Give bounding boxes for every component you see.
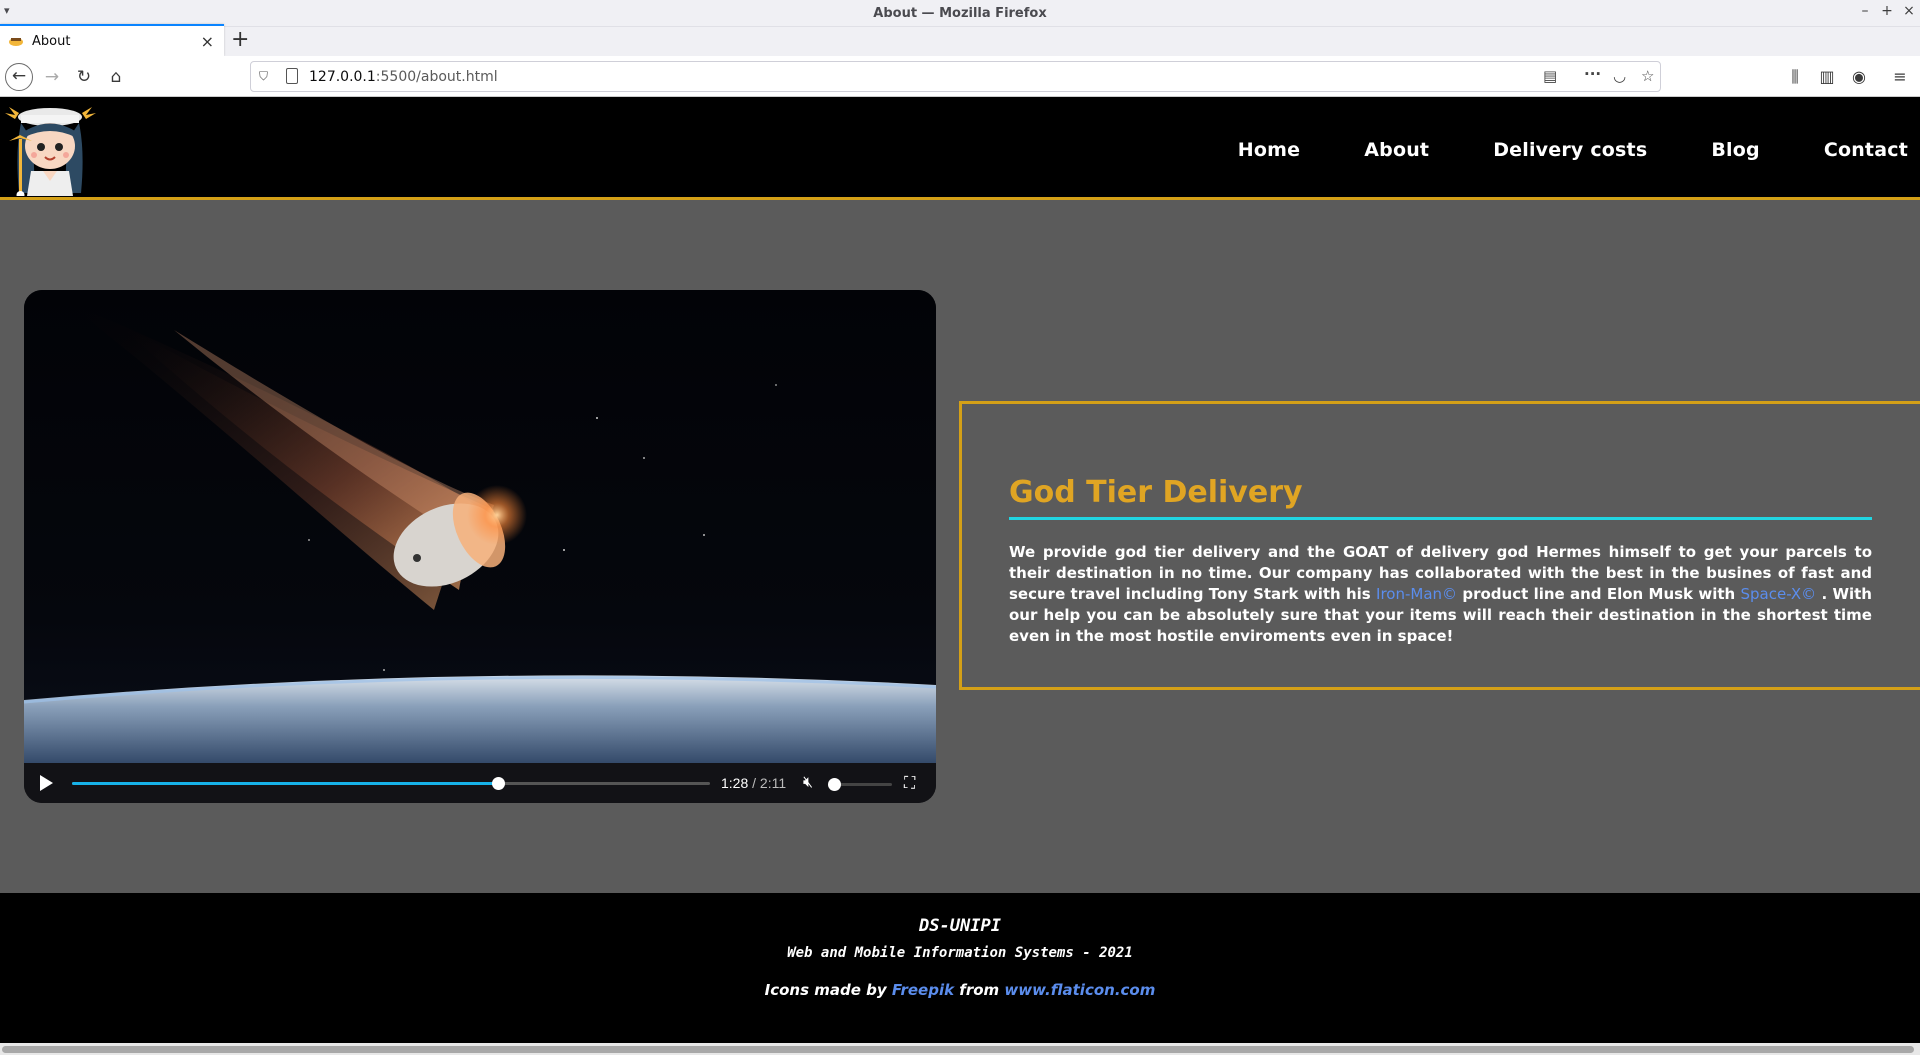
hamburger-menu-icon[interactable]: ≡ [1886,63,1914,91]
nav-contact-link[interactable]: Contact [1824,139,1908,161]
url-text[interactable]: 127.0.0.1:5500/about.html [309,69,498,85]
tracking-shield-icon[interactable]: ⛉ [259,69,268,84]
credit-mid: from [954,981,1005,999]
about-heading: God Tier Delivery [1009,475,1303,510]
page-info-icon[interactable] [286,68,298,84]
footer-org: DS-UNIPI [919,916,1001,936]
library-icon[interactable]: ⫼ [1781,63,1809,91]
new-tab-button[interactable]: + [231,28,249,52]
main-content: 1:28 / 2:11 🔇︎ ⛶ God Tier Delivery We pr… [0,200,1920,893]
tab-bar: About × + [0,24,1920,56]
flaticon-link[interactable]: www.flaticon.com [1004,981,1155,999]
maximize-button[interactable]: + [1878,3,1896,19]
minimize-button[interactable]: – [1856,3,1874,19]
video-frame-spacecraft-reentry [24,290,936,763]
back-button[interactable]: ← [5,63,33,91]
video-current-time: 1:28 [721,775,749,791]
page-actions-icon[interactable]: ··· [1584,65,1601,83]
window-title: About — Mozilla Firefox [873,6,1047,21]
site-header: Home About Delivery costs Blog Contact [0,97,1920,200]
hermes-logo[interactable] [3,101,98,196]
url-bar[interactable]: ⛉ 127.0.0.1:5500/about.html ▤ ··· ◡ ☆ [250,61,1661,92]
url-path: :5500/about.html [375,69,498,85]
reload-button[interactable]: ↻ [70,63,98,91]
about-paragraph: We provide god tier delivery and the GOA… [1009,542,1872,647]
pocket-icon[interactable]: ◡ [1613,67,1626,85]
scrollbar-thumb[interactable] [2,1046,1914,1053]
play-button-icon[interactable] [40,775,53,791]
space-x-link[interactable]: Space-X© [1740,585,1816,603]
account-icon[interactable]: ◉ [1845,63,1873,91]
nav-about-link[interactable]: About [1364,139,1429,161]
video-time: 1:28 / 2:11 [721,775,786,791]
freepik-link[interactable]: Freepik [892,981,954,999]
reader-view-icon[interactable]: ▤ [1543,67,1557,85]
home-button[interactable]: ⌂ [102,63,130,91]
nav-blog-link[interactable]: Blog [1711,139,1759,161]
bookmark-star-icon[interactable]: ☆ [1641,67,1654,85]
video-seek-handle[interactable] [492,777,506,790]
about-info-box: God Tier Delivery We provide god tier de… [959,401,1920,690]
muted-speaker-icon[interactable]: 🔇︎ [803,772,813,792]
video-controls: 1:28 / 2:11 🔇︎ ⛶ [24,763,936,803]
fullscreen-icon[interactable]: ⛶ [904,773,915,793]
video-total-time: / 2:11 [752,775,787,791]
tab-close-icon[interactable]: × [201,32,214,51]
navigation-toolbar: ← → ↻ ⌂ ⛉ 127.0.0.1:5500/about.html ▤ ··… [0,56,1920,97]
nav-home-link[interactable]: Home [1238,139,1300,161]
forward-button[interactable]: → [38,63,66,91]
sidebar-icon[interactable]: ▥ [1813,63,1841,91]
video-progress-fill [72,782,499,785]
hermes-favicon-icon [9,38,23,46]
nav-delivery-costs-link[interactable]: Delivery costs [1493,139,1647,161]
tab-about[interactable]: About × [0,24,224,56]
horizontal-scrollbar[interactable] [0,1043,1920,1055]
window-titlebar: ▾ About — Mozilla Firefox – + × [0,0,1920,27]
tab-label: About [32,34,71,49]
about-text-part2: product line and Elon Musk with [1457,585,1741,603]
heading-underline [1009,517,1872,520]
iron-man-link[interactable]: Iron-Man© [1376,585,1457,603]
volume-handle[interactable] [828,778,841,791]
footer-course: Web and Mobile Information Systems - 202… [787,945,1133,961]
site-footer: DS-UNIPI Web and Mobile Information Syst… [0,893,1920,1043]
video-player[interactable]: 1:28 / 2:11 🔇︎ ⛶ [24,290,936,803]
url-host: 127.0.0.1 [309,69,376,85]
main-nav: Home About Delivery costs Blog Contact [1174,139,1908,161]
video-seek-bar[interactable] [72,777,710,790]
close-window-button[interactable]: × [1900,3,1918,19]
credit-prefix: Icons made by [764,981,892,999]
footer-credits: Icons made by Freepik from www.flaticon.… [0,981,1920,999]
volume-slider[interactable] [828,778,892,791]
